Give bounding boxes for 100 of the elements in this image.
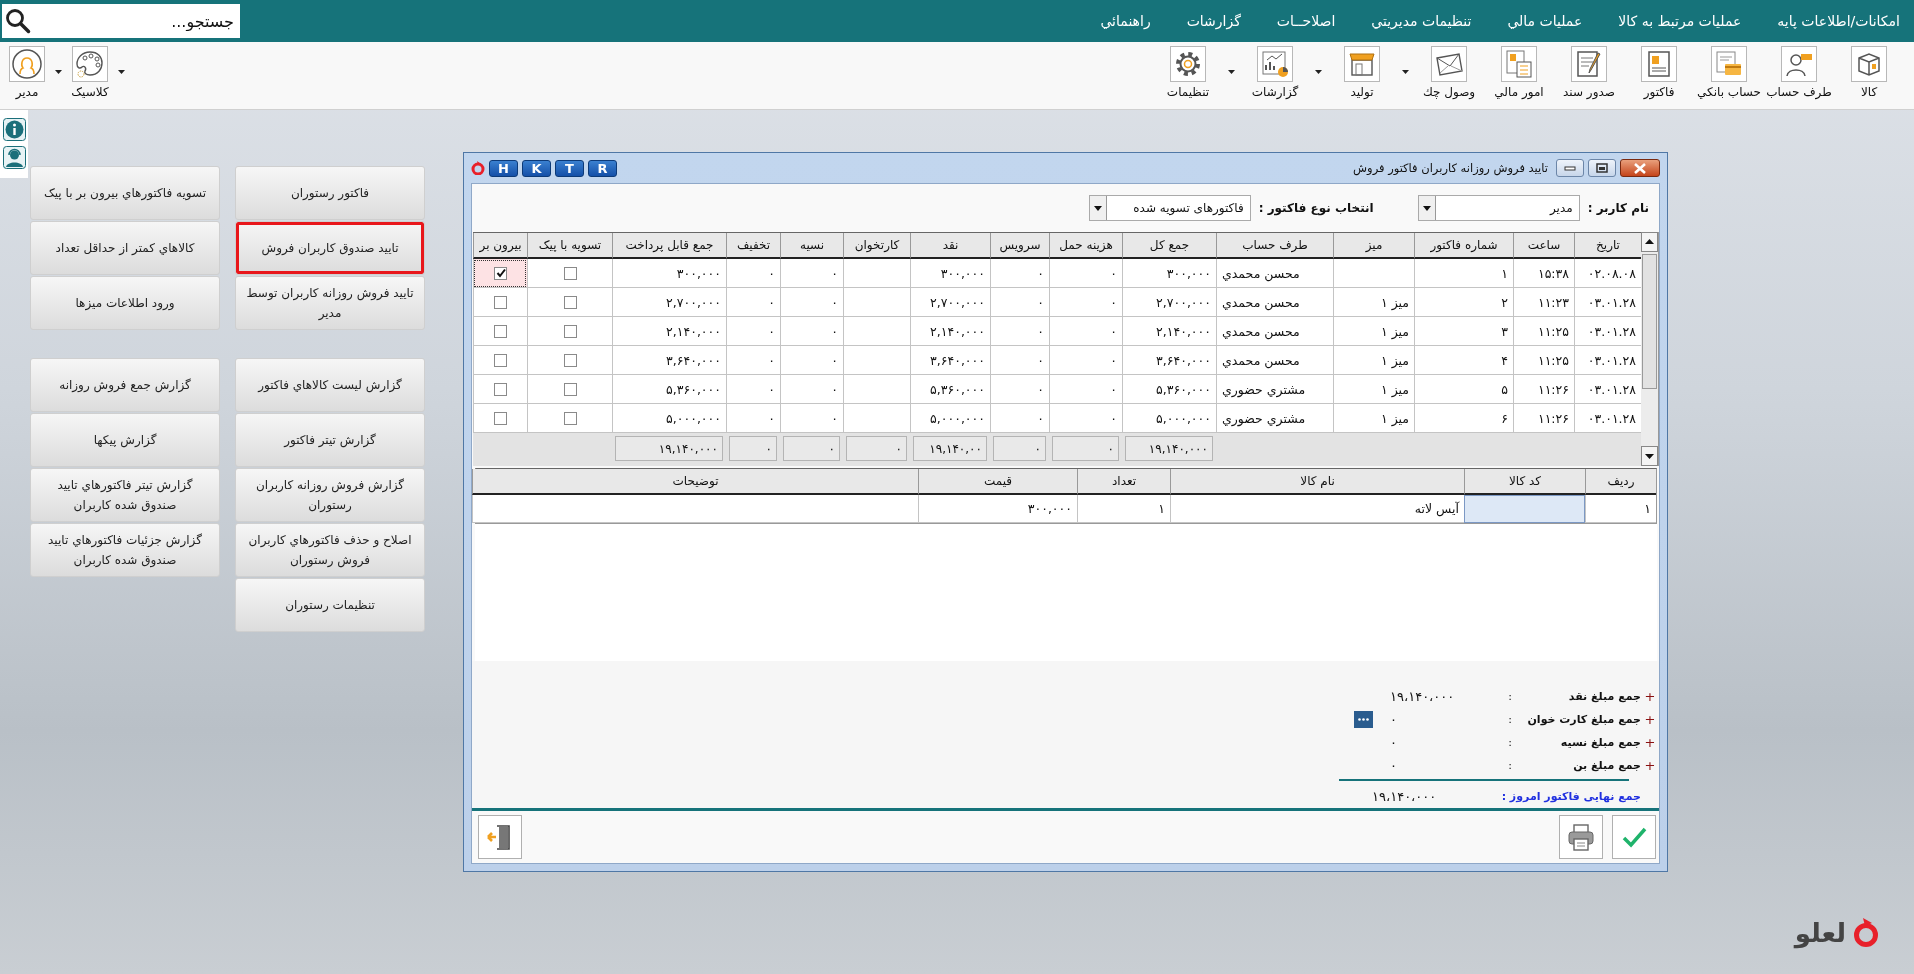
toolbar-button[interactable]: حساب بانکي xyxy=(1694,42,1764,99)
expand-marker[interactable]: + xyxy=(1641,689,1659,704)
table-cell: ۲,۱۴۰,۰۰۰ xyxy=(910,317,990,346)
toolbar-button[interactable]: گزارشات xyxy=(1240,42,1310,99)
toolbar-button[interactable]: وصول چك xyxy=(1414,42,1484,99)
shortcut-key-button[interactable]: R xyxy=(588,159,617,177)
toolbar-button[interactable]: تولید xyxy=(1327,42,1397,99)
caret-icon[interactable] xyxy=(55,70,62,74)
shortcut-key-button[interactable]: K xyxy=(522,159,551,177)
confirm-button[interactable] xyxy=(1612,815,1656,859)
person-card-icon xyxy=(1781,46,1817,82)
checkbox[interactable] xyxy=(494,382,507,396)
checkbox[interactable] xyxy=(494,324,507,338)
column-header: نام کالا xyxy=(1170,469,1464,495)
dropdown-field[interactable]: مدير xyxy=(1417,195,1580,221)
scroll-up-button[interactable] xyxy=(1641,232,1658,252)
launcher-button[interactable]: گزارش جزئیات فاکتورهاي تایید صندوق شده کاربران xyxy=(30,523,220,577)
input-field[interactable] xyxy=(1464,495,1585,523)
print-button[interactable] xyxy=(1559,815,1603,859)
checkbox[interactable] xyxy=(563,324,577,338)
shortcut-key-button[interactable]: T xyxy=(555,159,584,177)
toolbar-button[interactable]: کالا xyxy=(1834,42,1904,99)
table-cell: ۵,۰۰۰,۰۰۰ xyxy=(1122,404,1216,433)
menu-item[interactable]: امکانات/اطلاعات پایه xyxy=(1777,13,1900,29)
launcher-button[interactable]: تنظیمات رستوران xyxy=(235,578,425,632)
table-cell[interactable] xyxy=(473,404,527,433)
toolbar-button[interactable]: صدور سند xyxy=(1554,42,1624,99)
menu-item[interactable]: عملیات مالي xyxy=(1507,13,1583,29)
dropdown-field[interactable]: فاکتورهای تسویه شده xyxy=(1088,195,1251,221)
toolbar-button[interactable]: امور مالي xyxy=(1484,42,1554,99)
launcher-button[interactable]: فاکتور رستوران xyxy=(235,166,425,220)
info-icon[interactable] xyxy=(3,118,26,141)
launcher-button[interactable]: اصلاح و حذف فاکتورهاي کاربران فروش رستوران xyxy=(235,523,425,577)
menu-item[interactable]: تنظیمات مدیریتي xyxy=(1371,13,1472,29)
launcher-button[interactable]: گزارش تیتر فاکتور xyxy=(235,413,425,467)
printer-icon xyxy=(1566,822,1596,852)
table-cell: ۰۳.۰۱.۲۸ xyxy=(1574,404,1641,433)
exit-button[interactable] xyxy=(478,815,522,859)
table-cell: ۰۳.۰۱.۲۸ xyxy=(1574,375,1641,404)
launcher-button[interactable]: تایید فروش روزانه کاربران توسط مدیر xyxy=(235,276,425,330)
launcher-button[interactable]: گزارش جمع فروش روزانه xyxy=(30,358,220,412)
menu-item[interactable]: راهنمائي xyxy=(1100,13,1151,29)
table-cell[interactable] xyxy=(473,288,527,317)
scrollbar-thumb[interactable] xyxy=(1642,254,1657,389)
launcher-button[interactable]: تایید صندوق کاربران فروش xyxy=(235,221,425,275)
expand-marker[interactable]: + xyxy=(1641,758,1659,773)
separator: : xyxy=(1507,759,1513,772)
expand-marker[interactable]: + xyxy=(1641,735,1659,750)
caret-icon[interactable] xyxy=(1315,70,1322,74)
caret-icon[interactable] xyxy=(1228,70,1235,74)
launcher-button[interactable]: تسویه فاکتورهاي بیرون بر با پیک xyxy=(30,166,220,220)
support-agent-icon[interactable] xyxy=(3,146,26,169)
launcher-button[interactable]: ورود اطلاعات میزها xyxy=(30,276,220,330)
table-cell[interactable] xyxy=(473,317,527,346)
expand-marker[interactable]: + xyxy=(1641,712,1659,727)
table-cell xyxy=(843,346,910,375)
menu-item[interactable]: عملیات مرتبط به کالا xyxy=(1618,13,1742,29)
checkbox[interactable] xyxy=(563,266,577,280)
launcher-button[interactable]: کالاهاي کمتر از حداقل تعداد xyxy=(30,221,220,275)
menu-item[interactable]: اصلاحــات xyxy=(1276,13,1336,29)
maximize-button[interactable] xyxy=(1588,159,1616,177)
scroll-down-button[interactable] xyxy=(1641,446,1658,466)
caret-icon[interactable] xyxy=(1402,70,1409,74)
table-cell xyxy=(843,317,910,346)
table-cell: میز ۱ xyxy=(1333,288,1414,317)
table-cell: ۳۰۰,۰۰۰ xyxy=(910,259,990,288)
checkbox[interactable] xyxy=(563,382,577,396)
table-cell[interactable] xyxy=(473,259,527,288)
table-cell: ۰ xyxy=(990,404,1049,433)
caret-icon[interactable] xyxy=(118,70,125,74)
document-pen-icon xyxy=(1571,46,1607,82)
launcher-button[interactable]: گزارش فروش روزانه کاربران رستوران xyxy=(235,468,425,522)
launcher-button[interactable]: گزارش تیتر فاکتورهاي تایید صندوق شده کاربران xyxy=(30,468,220,522)
column-header: ردیف xyxy=(1585,469,1656,495)
menu-item[interactable]: گزارشات xyxy=(1186,13,1241,29)
column-header: سرویس xyxy=(990,233,1049,259)
table-cell: ۵,۳۶۰,۰۰۰ xyxy=(612,375,726,404)
toolbar-button[interactable]: طرف حساب xyxy=(1764,42,1834,99)
more-button[interactable] xyxy=(1354,711,1373,728)
summary-value: ۱۹،۱۴۰،۰۰۰ xyxy=(1390,689,1456,704)
checkbox[interactable] xyxy=(494,266,507,280)
checkbox[interactable] xyxy=(494,353,507,367)
checkbox[interactable] xyxy=(494,411,507,425)
toolbar-button[interactable]: فاکتور xyxy=(1624,42,1694,99)
table-cell[interactable] xyxy=(473,375,527,404)
checkbox[interactable] xyxy=(563,353,577,367)
table-cell: ۰ xyxy=(1049,375,1122,404)
table-cell[interactable] xyxy=(473,346,527,375)
toolbar-button[interactable]: کلاسیک xyxy=(67,42,113,99)
toolbar-button[interactable]: تنظیمات xyxy=(1153,42,1223,99)
search-field[interactable]: جستجو... xyxy=(2,4,240,38)
checkbox[interactable] xyxy=(494,295,507,309)
launcher-button[interactable]: گزارش پیکها xyxy=(30,413,220,467)
launcher-button[interactable]: گزارش لیست کالاهاي فاکتور xyxy=(235,358,425,412)
shortcut-key-button[interactable]: H xyxy=(489,159,518,177)
close-button[interactable] xyxy=(1620,159,1660,177)
checkbox[interactable] xyxy=(563,295,577,309)
toolbar-button[interactable]: مدير xyxy=(4,42,50,99)
column-header: طرف حساب xyxy=(1216,233,1333,259)
checkbox[interactable] xyxy=(563,411,577,425)
